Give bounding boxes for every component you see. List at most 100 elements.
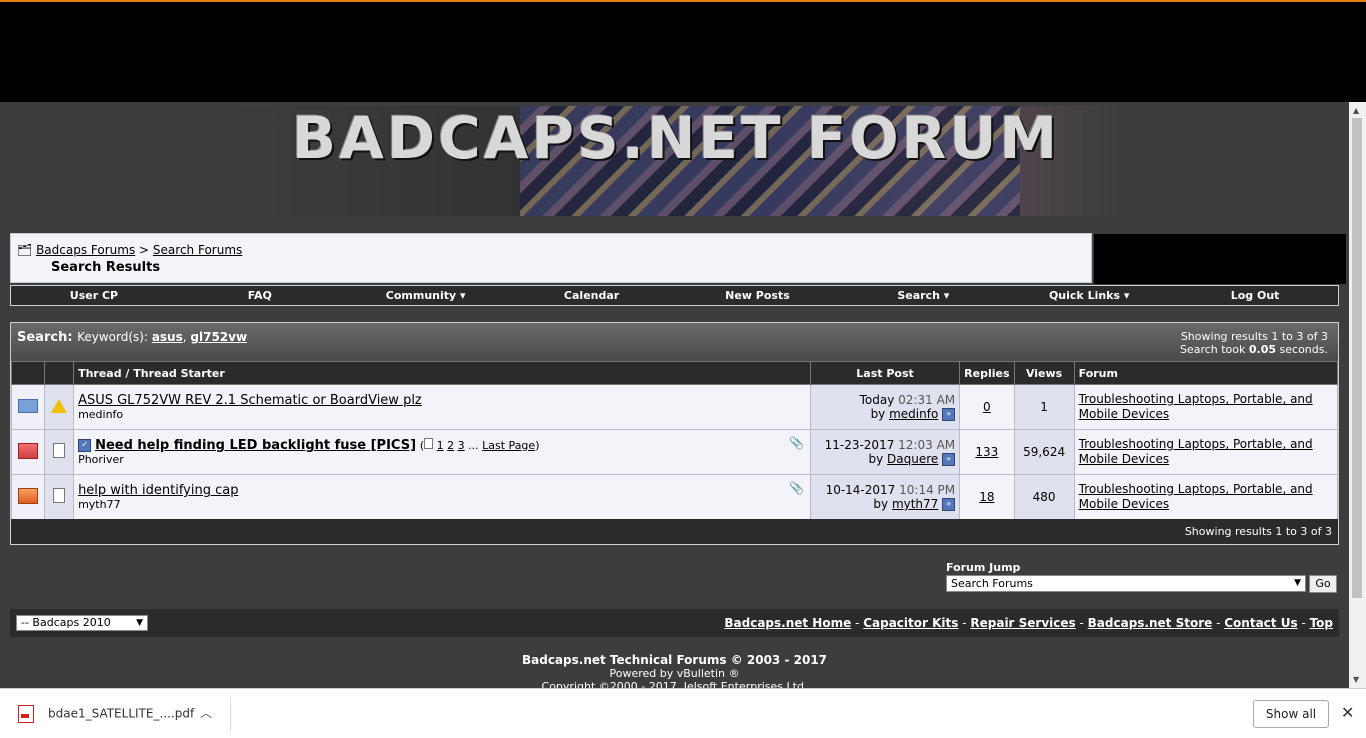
keyword-gl752vw-link[interactable]: gl752vw [190, 330, 247, 344]
last-post-cell: Today 02:31 AM by medinfo » [809, 384, 961, 430]
menu-quick-links[interactable]: Quick Links ▾ [1006, 286, 1172, 305]
replies-link[interactable]: 18 [979, 490, 994, 504]
footer-capacitor-kits-link[interactable]: Capacitor Kits [863, 616, 958, 630]
page-scrollbar[interactable]: ▲ ▼ [1349, 102, 1366, 688]
keyword-separator: , [182, 330, 187, 344]
footer-store-link[interactable]: Badcaps.net Store [1088, 616, 1213, 630]
col-status [10, 361, 46, 385]
last-post-user-link[interactable]: myth77 [892, 497, 938, 511]
thread-new-icon [18, 398, 39, 413]
menu-user-cp[interactable]: User CP [11, 286, 177, 305]
footer-links: Badcaps.net Home - Capacitor Kits - Repa… [724, 616, 1333, 630]
results-header: Search: Keyword(s): asus, gl752vw Showin… [11, 323, 1338, 361]
subscribed-check-icon: ✓ [78, 439, 92, 452]
warning-icon [51, 398, 68, 413]
go-to-last-post-icon[interactable]: » [942, 498, 956, 511]
download-separator [230, 697, 231, 731]
replies-cell: 18 [959, 474, 1015, 520]
menu-faq[interactable]: FAQ [177, 286, 343, 305]
thread-cell: ASUS GL752VW REV 2.1 Schematic or BoardV… [73, 384, 811, 430]
page-1-link[interactable]: 1 [437, 439, 444, 452]
forum-jump-label: Forum Jump [946, 561, 1021, 574]
thread-starter[interactable]: Phoriver [78, 453, 806, 466]
thread-title-link[interactable]: help with identifying cap [78, 483, 238, 498]
page-2-link[interactable]: 2 [447, 439, 454, 452]
pages-close: ) [535, 439, 540, 452]
forum-banner[interactable]: BADCAPS.NET FORUM [230, 106, 1122, 216]
col-icon [44, 361, 75, 385]
go-to-last-post-icon[interactable]: » [942, 408, 956, 421]
forum-link[interactable]: Troubleshooting Laptops, Portable, and M… [1079, 392, 1313, 421]
keywords-label: Keyword(s): [77, 330, 148, 344]
forum-cell: Troubleshooting Laptops, Portable, and M… [1073, 474, 1339, 520]
replies-cell: 0 [959, 384, 1015, 430]
thread-starter[interactable]: medinfo [78, 408, 806, 421]
last-page-link[interactable]: Last Page [482, 439, 535, 452]
forum-link[interactable]: Troubleshooting Laptops, Portable, and M… [1079, 437, 1313, 466]
last-post-user-link[interactable]: medinfo [889, 407, 938, 421]
last-post-by: by [868, 452, 884, 466]
attachment-icon[interactable]: 📎 [789, 436, 804, 450]
last-post-user-link[interactable]: Daquere [887, 452, 938, 466]
replies-link[interactable]: 0 [983, 400, 991, 414]
last-post-cell: 11-23-2017 12:03 AM by Daquere » [809, 429, 961, 475]
thread-title-link[interactable]: ASUS GL752VW REV 2.1 Schematic or BoardV… [78, 393, 422, 408]
thread-title-link[interactable]: Need help finding LED backlight fuse [PI… [95, 438, 416, 453]
menu-search[interactable]: Search ▾ [840, 286, 1006, 305]
blacked-out-header [0, 0, 1366, 102]
thread-starter[interactable]: myth77 [78, 498, 806, 511]
last-post-by: by [870, 407, 886, 421]
forum-jump-value: Search Forums [951, 577, 1033, 590]
menu-new-posts[interactable]: New Posts [675, 286, 841, 305]
col-views[interactable]: Views [1013, 361, 1075, 385]
replies-link[interactable]: 133 [975, 445, 998, 459]
document-icon [53, 488, 66, 503]
blacked-out-ad [1094, 234, 1346, 284]
scrollbar-thumb[interactable] [1352, 118, 1362, 598]
col-forum[interactable]: Forum [1073, 361, 1339, 385]
scroll-down-icon[interactable]: ▼ [1353, 675, 1359, 684]
replies-cell: 133 [959, 429, 1015, 475]
forum-cell: Troubleshooting Laptops, Portable, and M… [1073, 384, 1339, 430]
chevron-up-icon[interactable]: ︿ [200, 704, 212, 721]
last-post-by: by [873, 497, 889, 511]
menu-calendar[interactable]: Calendar [509, 286, 675, 305]
breadcrumb-search-link[interactable]: Search Forums [153, 243, 242, 257]
breadcrumb-separator: > [139, 243, 150, 257]
took-suffix: seconds. [1279, 343, 1328, 356]
page-title: Search Results [51, 260, 161, 275]
footer-top-link[interactable]: Top [1310, 616, 1333, 630]
results-footer: Showing results 1 to 3 of 3 [11, 519, 1338, 544]
menu-community[interactable]: Community ▾ [343, 286, 509, 305]
copyright-line-1: Badcaps.net Technical Forums © 2003 - 20… [521, 653, 828, 667]
attachment-icon[interactable]: 📎 [789, 481, 804, 495]
keyword-asus-link[interactable]: asus [152, 330, 183, 344]
col-thread[interactable]: Thread / Thread Starter [73, 361, 811, 385]
style-select[interactable]: -- Badcaps 2010 ▼ [16, 615, 148, 631]
footer-bar: -- Badcaps 2010 ▼ Badcaps.net Home - Capa… [10, 609, 1339, 637]
forum-link[interactable]: Troubleshooting Laptops, Portable, and M… [1079, 482, 1313, 511]
status-cell [10, 384, 46, 430]
took-prefix: Search took [1179, 343, 1246, 356]
site-logo: BADCAPS.NET FORUM [291, 104, 1061, 172]
go-to-last-post-icon[interactable]: » [942, 453, 956, 466]
forum-jump-select[interactable]: Search Forums ▼ [946, 575, 1306, 592]
download-item[interactable]: bdae1_SATELLITE_....pdf [18, 705, 194, 723]
table-row: ASUS GL752VW REV 2.1 Schematic or BoardV… [10, 384, 1339, 430]
menu-log-out[interactable]: Log Out [1172, 286, 1338, 305]
scroll-up-icon[interactable]: ▲ [1353, 106, 1359, 115]
col-replies[interactable]: Replies [959, 361, 1015, 385]
post-icon-cell [44, 474, 75, 520]
thread-cell: 📎 help with identifying cap myth77 [73, 474, 811, 520]
breadcrumb-home-link[interactable]: Badcaps Forums [36, 243, 135, 257]
footer-contact-link[interactable]: Contact Us [1224, 616, 1297, 630]
footer-home-link[interactable]: Badcaps.net Home [724, 616, 851, 630]
footer-repair-services-link[interactable]: Repair Services [970, 616, 1075, 630]
show-all-button[interactable]: Show all [1253, 700, 1329, 728]
page-3-link[interactable]: 3 [458, 439, 465, 452]
go-button[interactable]: Go [1309, 575, 1337, 593]
col-last-post[interactable]: Last Post [809, 361, 961, 385]
breadcrumb: 🗂 Badcaps Forums > Search Forums [17, 243, 242, 257]
close-icon[interactable]: ✕ [1341, 703, 1354, 722]
nav-menu: User CP FAQ Community ▾ Calendar New Pos… [10, 285, 1339, 306]
